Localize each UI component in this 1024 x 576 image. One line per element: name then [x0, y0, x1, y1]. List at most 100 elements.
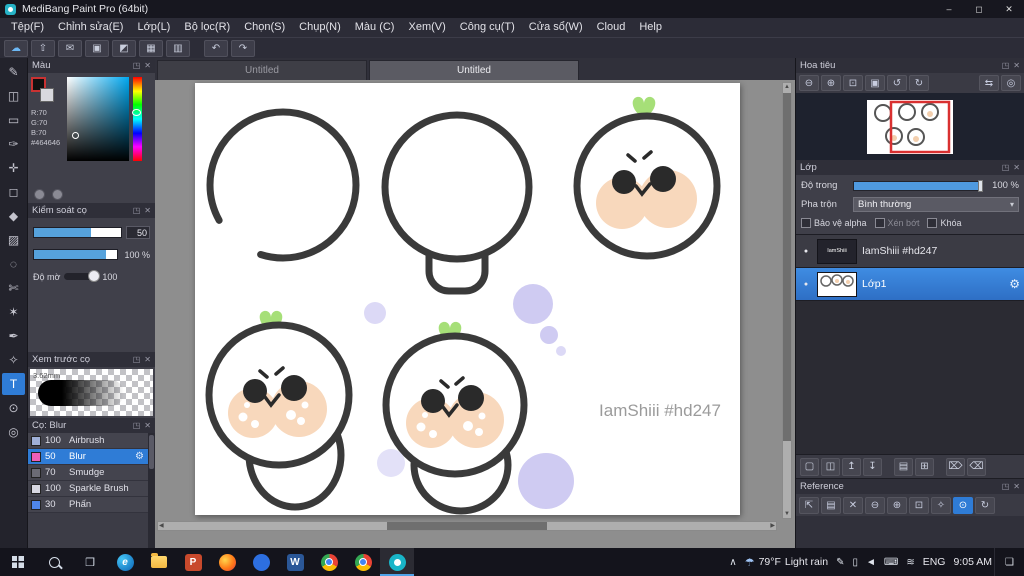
notification-center-icon[interactable]: ❏	[994, 548, 1024, 576]
close-icon[interactable]: ✕	[144, 61, 151, 70]
horizontal-scroll-thumb[interactable]	[386, 522, 548, 530]
flip-horizontal-icon[interactable]: ⇆	[979, 75, 999, 91]
eraser-tool-icon[interactable]: ◫	[2, 85, 25, 107]
sv-indicator[interactable]	[71, 132, 79, 140]
task-view-button[interactable]: ❒	[72, 548, 108, 576]
menu-item-help[interactable]: Help	[632, 18, 669, 37]
taskbar-app-medibang[interactable]	[380, 548, 414, 576]
taskbar-app-chrome-2[interactable]	[346, 548, 380, 576]
menu-item-color[interactable]: Màu (C)	[348, 18, 402, 37]
text-tool-icon[interactable]: T	[2, 373, 25, 395]
new-layer-button[interactable]: ▢	[800, 457, 819, 476]
brush-opacity-slider[interactable]	[33, 249, 118, 260]
bucket-tool-icon[interactable]: ◆	[2, 205, 25, 227]
search-button[interactable]	[36, 548, 72, 576]
grid-icon[interactable]: ▦	[139, 39, 163, 57]
pen-tray-icon[interactable]: ✎	[836, 557, 844, 568]
brush-settings-gear-icon[interactable]: ⚙	[135, 451, 144, 462]
clear-layer-button[interactable]: ⌦	[946, 457, 965, 476]
close-icon[interactable]: ✕	[1013, 163, 1020, 172]
ref-zoom-in-icon[interactable]: ⊕	[887, 496, 907, 514]
layer-visibility-icon[interactable]: ●	[800, 248, 812, 255]
softness-slider[interactable]	[64, 270, 101, 282]
rotate-left-icon[interactable]: ↺	[887, 75, 907, 91]
close-icon[interactable]: ✕	[144, 206, 151, 215]
tray-expand-icon[interactable]: ∧	[729, 557, 736, 568]
popout-icon[interactable]: ◳	[133, 206, 141, 215]
popout-icon[interactable]: ◳	[1002, 61, 1010, 70]
hue-indicator[interactable]	[132, 108, 141, 116]
softness-knob[interactable]	[88, 270, 101, 282]
pen-tool-icon[interactable]: ✎	[2, 61, 25, 83]
lasso-tool-icon[interactable]: ✄	[2, 277, 25, 299]
control-pen-tool-icon[interactable]: ✒	[2, 325, 25, 347]
snapshot-icon[interactable]: ▣	[85, 39, 109, 57]
minimize-button[interactable]: –	[934, 0, 964, 18]
delete-layer-button[interactable]: ⌫	[967, 457, 986, 476]
move-layer-down-button[interactable]: ↧	[863, 457, 882, 476]
volume-icon[interactable]: ◄	[866, 557, 876, 568]
brush-item-phan[interactable]: 30 Phấn	[28, 497, 148, 513]
checkbox-icon[interactable]	[927, 218, 938, 228]
select-rect-tool-icon[interactable]: ◻	[2, 181, 25, 203]
figure-tool-icon[interactable]: ▭	[2, 109, 25, 131]
menu-item-file[interactable]: Tệp(F)	[4, 18, 51, 37]
menu-item-edit[interactable]: Chỉnh sửa(E)	[51, 18, 130, 37]
actual-size-icon[interactable]: ▣	[865, 75, 885, 91]
lock-checkbox[interactable]: Khóa	[927, 218, 962, 228]
close-icon[interactable]: ✕	[1013, 482, 1020, 491]
brush-tool-icon[interactable]: ✑	[2, 133, 25, 155]
popout-icon[interactable]: ◳	[1002, 482, 1010, 491]
scroll-up-icon[interactable]: ▲	[783, 83, 791, 91]
palette-icon[interactable]: ◩	[112, 39, 136, 57]
layer-settings-gear-icon[interactable]: ⚙	[1009, 277, 1020, 291]
zoom-in-icon[interactable]: ⊕	[821, 75, 841, 91]
ref-eyedropper-icon[interactable]: ✧	[931, 496, 951, 514]
alpha-lock-checkbox[interactable]: Bảo vệ alpha	[801, 218, 867, 228]
saturation-value-picker[interactable]	[67, 77, 129, 161]
material-icon[interactable]: ▥	[166, 39, 190, 57]
layer-row-text[interactable]: ● IamShiii IamShiii #hd247	[796, 235, 1024, 268]
hand-tool-icon[interactable]: ⊙	[2, 397, 25, 419]
eyedropper-tool-icon[interactable]: ✧	[2, 349, 25, 371]
brush-item-blur[interactable]: 50 Blur ⚙	[28, 449, 148, 465]
taskbar-app-file-explorer[interactable]	[142, 548, 176, 576]
scroll-right-icon[interactable]: ▶	[770, 522, 775, 530]
reset-view-icon[interactable]: ◎	[1001, 75, 1021, 91]
close-reference-icon[interactable]: ✕	[843, 496, 863, 514]
pin-icon[interactable]: ⇱	[799, 496, 819, 514]
layer-row-lop1[interactable]: ● Lớp1 ⚙	[796, 268, 1024, 301]
canvas-page[interactable]: IamShiii #hd247	[195, 83, 740, 515]
wheel-mode-icon[interactable]	[52, 189, 63, 200]
brush-item-sparkle[interactable]: 100 Sparkle Brush	[28, 481, 148, 497]
move-layer-up-button[interactable]: ↥	[842, 457, 861, 476]
ref-zoom-out-icon[interactable]: ⊖	[865, 496, 885, 514]
background-swatch[interactable]	[40, 88, 54, 102]
horizontal-scrollbar[interactable]: ◀ ▶	[157, 521, 777, 531]
keyboard-icon[interactable]: ⌨	[884, 557, 898, 568]
scroll-left-icon[interactable]: ◀	[159, 522, 164, 530]
menu-item-view[interactable]: Xem(V)	[401, 18, 452, 37]
zoom-out-icon[interactable]: ⊖	[799, 75, 819, 91]
language-indicator[interactable]: ENG	[923, 556, 946, 568]
layer-visibility-icon[interactable]: ●	[800, 281, 812, 288]
tab-untitled-2[interactable]: Untitled	[369, 60, 579, 80]
checkbox-icon[interactable]	[801, 218, 811, 228]
taskbar-app-chrome[interactable]	[312, 548, 346, 576]
weather-widget[interactable]: ☂ 79°F Light rain	[745, 556, 828, 569]
redo-button[interactable]: ↷	[231, 39, 255, 57]
publish-icon[interactable]: ⇧	[31, 39, 55, 57]
navigator-thumbnail[interactable]	[867, 99, 953, 154]
close-button[interactable]: ✕	[994, 0, 1024, 18]
zoom-tool-icon[interactable]: ◎	[2, 421, 25, 443]
ref-actual-size-icon[interactable]: ⊡	[909, 496, 929, 514]
duplicate-layer-button[interactable]: ◫	[821, 457, 840, 476]
fit-window-icon[interactable]: ⊡	[843, 75, 863, 91]
menu-item-tools[interactable]: Công cụ(T)	[453, 18, 522, 37]
menu-item-window[interactable]: Cửa sổ(W)	[522, 18, 590, 37]
select-ellipse-tool-icon[interactable]: ◌	[2, 253, 25, 275]
vertical-scroll-thumb[interactable]	[783, 93, 791, 441]
comment-icon[interactable]: ✉	[58, 39, 82, 57]
gradient-tool-icon[interactable]: ▨	[2, 229, 25, 251]
taskbar-app-edge[interactable]: e	[108, 548, 142, 576]
